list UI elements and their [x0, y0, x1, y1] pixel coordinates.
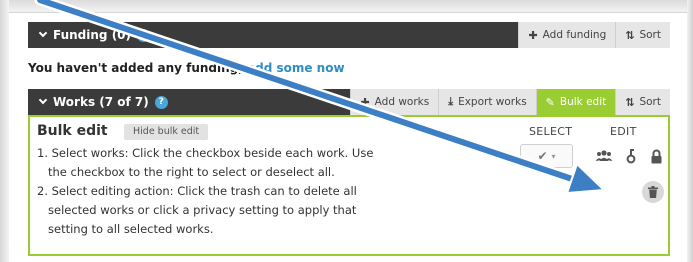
add-funding-button[interactable]: ✚ Add funding	[518, 22, 616, 48]
select-all-dropdown[interactable]: ✔ ▾	[520, 144, 573, 168]
plus-icon: ✚	[528, 28, 538, 42]
hide-bulk-edit-button[interactable]: Hide bulk edit	[124, 124, 209, 140]
add-funding-label: Add funding	[542, 29, 607, 41]
trash-button[interactable]	[642, 181, 664, 203]
window-top-edge	[0, 0, 693, 13]
instruction-step-1: 1. Select works: Click the checkbox besi…	[37, 146, 374, 179]
bulk-edit-label: Bulk edit	[559, 96, 607, 108]
works-toggle[interactable]: Works (7 of 7) ?	[28, 89, 350, 115]
window-right-edge	[687, 0, 693, 262]
edit-column-label: EDIT	[610, 125, 637, 138]
works-sort-label: Sort	[639, 96, 661, 108]
funding-toggle[interactable]: Funding (0) ?	[28, 22, 518, 48]
sort-icon: ⇅	[625, 28, 635, 42]
funding-title: Funding (0)	[53, 28, 132, 42]
add-works-label: Add works	[374, 96, 430, 108]
chevron-down-icon	[38, 95, 48, 105]
instruction-step-2: 2. Select editing action: Click the tras…	[37, 184, 357, 236]
sort-icon: ⇅	[625, 95, 635, 109]
bulk-edit-button[interactable]: ✎ Bulk edit	[535, 89, 616, 115]
chevron-down-icon	[38, 28, 48, 38]
works-title: Works (7 of 7)	[53, 95, 149, 109]
funding-section-header: Funding (0) ? ✚ Add funding ⇅ Sort	[28, 22, 670, 48]
works-sort-button[interactable]: ⇅ Sort	[615, 89, 670, 115]
chevron-down-icon: ▾	[551, 151, 556, 161]
funding-sort-label: Sort	[639, 29, 661, 41]
bulk-edit-panel: Bulk edit Hide bulk edit 1. Select works…	[28, 115, 670, 256]
window-left-edge	[0, 0, 9, 262]
lock-icon[interactable]	[647, 147, 665, 165]
help-icon[interactable]: ?	[137, 28, 151, 42]
trash-icon	[648, 186, 658, 198]
help-icon[interactable]: ?	[154, 95, 168, 109]
bulk-edit-instructions: 1. Select works: Click the checkbox besi…	[37, 144, 387, 239]
group-icon[interactable]	[595, 147, 613, 165]
no-funding-text: You haven't added any funding,	[28, 61, 247, 75]
add-works-button[interactable]: ✚ Add works	[350, 89, 439, 115]
add-funding-link[interactable]: add some now	[247, 61, 345, 75]
funding-sort-button[interactable]: ⇅ Sort	[615, 22, 670, 48]
export-works-label: Export works	[458, 96, 527, 108]
select-column-label: SELECT	[529, 125, 573, 138]
bulk-edit-title: Bulk edit	[37, 123, 108, 139]
export-works-button[interactable]: ⤓ Export works	[438, 89, 536, 115]
no-funding-message: You haven't added any funding, add some …	[28, 61, 345, 75]
checkmark-icon: ✔	[537, 149, 548, 163]
pencil-icon: ✎	[545, 95, 555, 109]
works-section-header: Works (7 of 7) ? ✚ Add works ⤓ Export wo…	[28, 89, 670, 115]
plus-icon: ✚	[360, 95, 370, 109]
download-icon: ⤓	[448, 95, 454, 108]
key-icon[interactable]	[622, 147, 640, 165]
